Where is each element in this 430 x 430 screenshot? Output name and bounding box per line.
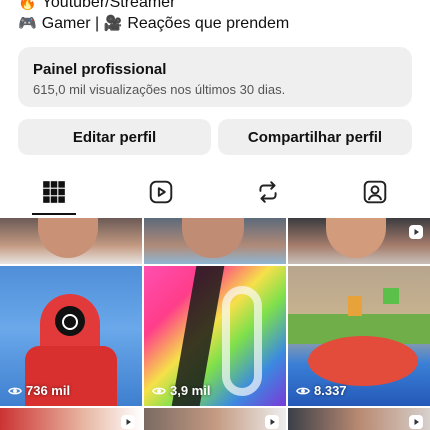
bio-gamer: Gamer | [41, 15, 104, 32]
post-thumbnail[interactable] [288, 218, 430, 264]
view-count: 8.337 [296, 383, 347, 398]
profile-tabs [0, 168, 430, 216]
movie-camera-icon: 🎥 [103, 14, 123, 32]
view-count: 3,9 mil [152, 383, 210, 398]
bio-line-2: 🎮 Gamer | 🎥 Reações que prendem [18, 12, 418, 35]
post-thumbnail[interactable] [144, 408, 286, 430]
reel-icon [121, 415, 135, 429]
edit-profile-button[interactable]: Editar perfil [18, 119, 211, 155]
reel-icon [265, 415, 279, 429]
bio-reactions: Reações que prendem [127, 15, 290, 32]
grid-icon [42, 181, 65, 203]
eye-icon [296, 387, 310, 394]
active-tab-indicator [32, 213, 76, 215]
eye-icon [8, 387, 22, 394]
professional-dashboard[interactable]: Painel profissional 615,0 mil visualizaç… [18, 47, 412, 107]
post-thumbnail[interactable] [288, 408, 430, 430]
view-count: 736 mil [8, 383, 70, 398]
post-thumbnail[interactable] [0, 408, 142, 430]
view-count-value: 3,9 mil [170, 383, 211, 398]
post-thumbnail[interactable]: 736 mil [0, 266, 142, 406]
tab-reels[interactable] [107, 168, 214, 216]
eye-icon [152, 387, 166, 394]
view-count-value: 736 mil [26, 383, 71, 398]
dashboard-title: Painel profissional [33, 61, 167, 78]
share-profile-button[interactable]: Compartilhar perfil [218, 119, 412, 155]
reels-icon [149, 180, 172, 204]
post-thumbnail[interactable] [144, 218, 286, 264]
tab-tagged[interactable] [321, 168, 428, 216]
post-thumbnail[interactable]: 3,9 mil [144, 266, 286, 406]
tagged-icon [363, 180, 386, 204]
repost-icon [258, 181, 277, 203]
posts-grid: 736 mil 3,9 mil 8.337 [0, 218, 430, 430]
tab-posts-grid[interactable] [0, 168, 107, 216]
dashboard-subtitle: 615,0 mil visualizações nos últimos 30 d… [33, 82, 286, 97]
reel-icon [409, 225, 423, 239]
tab-reposts[interactable] [214, 168, 321, 216]
post-thumbnail[interactable]: 8.337 [288, 266, 430, 406]
reel-icon [409, 415, 423, 429]
view-count-value: 8.337 [314, 383, 347, 398]
post-thumbnail[interactable] [0, 218, 142, 264]
game-controller-icon: 🎮 [18, 14, 37, 32]
bio-role: Youtuber/Streamer [41, 0, 176, 11]
